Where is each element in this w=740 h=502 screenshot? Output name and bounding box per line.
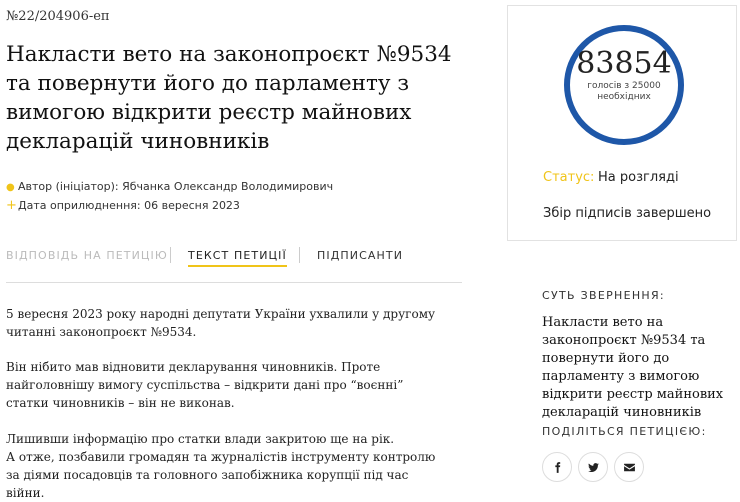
petition-title: Накласти вето на законопроєкт №9534 та п…	[6, 42, 452, 154]
status-note: Збір підписів завершено	[543, 206, 712, 221]
tab-response[interactable]: ВІДПОВІДЬ НА ПЕТИЦІЮ	[6, 249, 168, 262]
tab-divider	[170, 247, 171, 263]
plus-icon: +	[6, 198, 17, 213]
paragraph: А отже, позбавили громадян та журналісті…	[6, 450, 436, 500]
author-text: Автор (ініціатор): Ябчанка Олександр Вол…	[18, 180, 334, 193]
vote-counter-ring: 83854 голосів з 25000 необхідних	[564, 25, 684, 145]
share-email-button[interactable]	[614, 452, 644, 482]
vote-count: 83854	[576, 46, 672, 81]
petition-text: 5 вересня 2023 року народні депутати Укр…	[6, 305, 446, 502]
status-label: Статус:	[543, 170, 595, 185]
tab-divider	[299, 247, 300, 263]
tab-signers[interactable]: ПІДПИСАНТИ	[317, 249, 403, 262]
user-icon: ●	[6, 182, 15, 193]
paragraph: Він нібито мав відновити декларування чи…	[6, 360, 404, 410]
facebook-icon	[551, 461, 564, 474]
summary-heading: СУТЬ ЗВЕРНЕННЯ:	[542, 289, 665, 302]
vote-target-line2: необхідних	[597, 92, 651, 102]
share-facebook-button[interactable]	[542, 452, 572, 482]
date-line: +Дата оприлюднення: 06 вересня 2023	[6, 198, 240, 213]
twitter-icon	[587, 461, 600, 474]
date-text: Дата оприлюднення: 06 вересня 2023	[18, 199, 240, 212]
author-line: ● Автор (ініціатор): Ябчанка Олександр Во…	[6, 180, 333, 193]
vote-target-line1: голосів з 25000	[587, 81, 661, 91]
paragraph: 5 вересня 2023 року народні депутати Укр…	[6, 307, 436, 339]
summary-text: Накласти вето на законопроєкт №9534 та п…	[542, 315, 724, 420]
petition-tabs: ВІДПОВІДЬ НА ПЕТИЦІЮ ТЕКСТ ПЕТИЦІЇ ПІДПИ…	[6, 244, 462, 283]
email-icon	[623, 461, 636, 474]
petition-number: №22/204906-еп	[6, 9, 110, 24]
status-value: На розгляді	[598, 170, 679, 185]
tab-petition-text[interactable]: ТЕКСТ ПЕТИЦІЇ	[188, 249, 287, 267]
vote-panel: 83854 голосів з 25000 необхідних Статус:…	[507, 5, 737, 241]
share-heading: ПОДІЛІТЬСЯ ПЕТИЦІЄЮ:	[542, 425, 707, 438]
share-twitter-button[interactable]	[578, 452, 608, 482]
paragraph: Лишивши інформацію про статки влади закр…	[6, 432, 395, 446]
